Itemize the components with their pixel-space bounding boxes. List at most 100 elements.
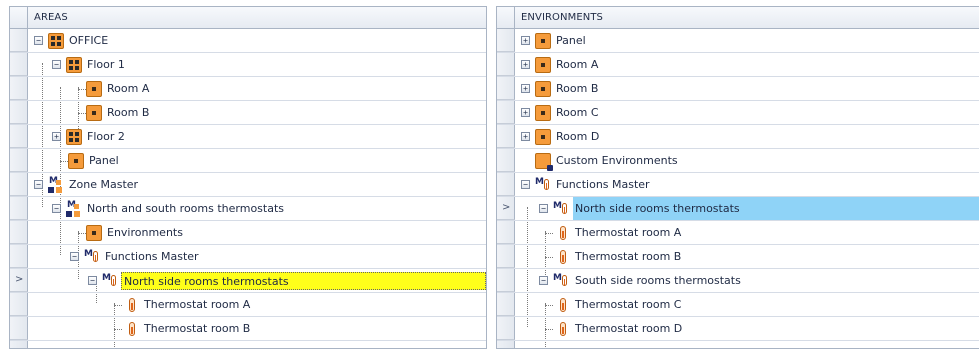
row-selector[interactable]	[497, 101, 515, 124]
collapse-toggle[interactable]: −	[88, 276, 97, 285]
tree-row[interactable]: Room B	[10, 101, 486, 125]
row-selector-current[interactable]: >	[497, 197, 515, 220]
tree-row[interactable]: − M North and south rooms thermostats	[10, 197, 486, 221]
tree-item-label[interactable]: OFFICE	[69, 34, 108, 47]
expand-toggle[interactable]: +	[521, 84, 530, 93]
tree-row[interactable]: Thermostat room B	[10, 317, 486, 341]
row-selector[interactable]	[10, 245, 28, 268]
tree-connector	[78, 233, 86, 234]
collapse-toggle[interactable]: −	[34, 36, 43, 45]
tree-item-label[interactable]: Thermostat room D	[575, 322, 682, 335]
tree-item-label[interactable]: South side rooms thermostats	[575, 274, 741, 287]
tree-item-label[interactable]: Room B	[107, 106, 149, 119]
row-selector[interactable]	[10, 197, 28, 220]
row-selector[interactable]	[497, 221, 515, 244]
tree-item-label-selected[interactable]: North side rooms thermostats	[575, 202, 740, 215]
tree-row[interactable]: − M Functions Master	[497, 173, 979, 197]
tree-row[interactable]: Thermostat room C	[497, 293, 979, 317]
row-selector[interactable]	[497, 125, 515, 148]
tree-item-label[interactable]: Custom Environments	[556, 154, 678, 167]
tree-row-selected[interactable]: > − M North side rooms thermostats	[497, 197, 979, 221]
tree-item-label[interactable]: Thermostat room C	[575, 298, 681, 311]
tree-item-label[interactable]: Floor 1	[87, 58, 125, 71]
tree-item-label[interactable]: North and south rooms thermostats	[87, 202, 284, 215]
tree-connector	[78, 89, 86, 90]
row-selector[interactable]	[497, 149, 515, 172]
tree-row[interactable]: Thermostat room A	[497, 221, 979, 245]
row-selector[interactable]	[10, 77, 28, 100]
row-selector[interactable]	[497, 29, 515, 52]
expand-toggle[interactable]: +	[521, 60, 530, 69]
collapse-toggle[interactable]: −	[539, 204, 548, 213]
tree-item-label[interactable]: Environments	[107, 226, 183, 239]
tree-row[interactable]: − M Functions Master	[10, 245, 486, 269]
row-selector[interactable]	[497, 173, 515, 196]
tree-row-selected[interactable]: > − M North side rooms thermostats	[10, 269, 486, 293]
tree-item-label[interactable]: Panel	[556, 34, 586, 47]
expand-toggle[interactable]: +	[521, 108, 530, 117]
collapse-toggle[interactable]: −	[52, 204, 61, 213]
row-selector[interactable]	[10, 221, 28, 244]
collapse-toggle[interactable]: −	[539, 276, 548, 285]
expand-toggle[interactable]: +	[521, 132, 530, 141]
row-selector[interactable]	[497, 317, 515, 340]
row-selector[interactable]	[497, 77, 515, 100]
tree-row[interactable]: Thermostat room B	[497, 245, 979, 269]
expand-toggle[interactable]: +	[521, 36, 530, 45]
tree-item-label[interactable]: Room C	[556, 106, 599, 119]
tree-item-label[interactable]: Floor 2	[87, 130, 125, 143]
tree-row[interactable]: + Room C	[497, 101, 979, 125]
tree-row[interactable]: Custom Environments	[497, 149, 979, 173]
row-selector[interactable]	[10, 29, 28, 52]
room-icon	[535, 129, 551, 145]
tree-row[interactable]: − Floor 1	[10, 53, 486, 77]
expand-toggle[interactable]: +	[52, 132, 61, 141]
tree-item-label[interactable]: Zone Master	[69, 178, 138, 191]
tree-item-label[interactable]: Room A	[556, 58, 598, 71]
tree-item-label[interactable]: Thermostat room B	[575, 250, 681, 263]
tree-row[interactable]: + Room B	[497, 77, 979, 101]
row-selector[interactable]	[497, 245, 515, 268]
tree-row[interactable]: + Panel	[497, 29, 979, 53]
tree-row[interactable]: Thermostat room A	[10, 293, 486, 317]
tree-item-label[interactable]: Thermostat room B	[144, 322, 250, 335]
tree-row[interactable]: + Floor 2	[10, 125, 486, 149]
thermostat-icon	[124, 297, 140, 313]
tree-row[interactable]: − M Zone Master	[10, 173, 486, 197]
row-selector[interactable]	[10, 101, 28, 124]
row-selector[interactable]	[10, 317, 28, 340]
row-selector[interactable]	[10, 293, 28, 316]
row-selector[interactable]	[10, 53, 28, 76]
functions-master-icon: M	[84, 249, 100, 265]
row-selector[interactable]	[497, 53, 515, 76]
tree-row[interactable]: Thermostat room D	[497, 317, 979, 341]
collapse-toggle[interactable]: −	[34, 180, 43, 189]
row-selector[interactable]	[497, 293, 515, 316]
tree-row[interactable]: Panel	[10, 149, 486, 173]
functions-master-icon: M	[553, 273, 569, 289]
collapse-toggle[interactable]: −	[70, 252, 79, 261]
tree-row[interactable]: − M South side rooms thermostats	[497, 269, 979, 293]
tree-connector	[545, 233, 553, 234]
collapse-toggle[interactable]: −	[52, 60, 61, 69]
tree-item-label[interactable]: Thermostat room A	[575, 226, 681, 239]
tree-item-label-selected[interactable]: North side rooms thermostats	[121, 272, 486, 290]
tree-row[interactable]: Room A	[10, 77, 486, 101]
row-selector[interactable]	[10, 125, 28, 148]
row-selector[interactable]	[497, 269, 515, 292]
tree-item-label[interactable]: Panel	[89, 154, 119, 167]
tree-row[interactable]: − OFFICE	[10, 29, 486, 53]
row-selector[interactable]	[10, 149, 28, 172]
tree-row[interactable]: + Room D	[497, 125, 979, 149]
tree-item-label[interactable]: Functions Master	[105, 250, 199, 263]
tree-item-label[interactable]: Room B	[556, 82, 598, 95]
collapse-toggle[interactable]: −	[521, 180, 530, 189]
row-selector[interactable]	[10, 173, 28, 196]
tree-row[interactable]: Environments	[10, 221, 486, 245]
tree-item-label[interactable]: Thermostat room A	[144, 298, 250, 311]
tree-item-label[interactable]: Room A	[107, 82, 149, 95]
row-selector-current[interactable]: >	[10, 269, 28, 292]
tree-item-label[interactable]: Functions Master	[556, 178, 650, 191]
tree-item-label[interactable]: Room D	[556, 130, 599, 143]
tree-row[interactable]: + Room A	[497, 53, 979, 77]
